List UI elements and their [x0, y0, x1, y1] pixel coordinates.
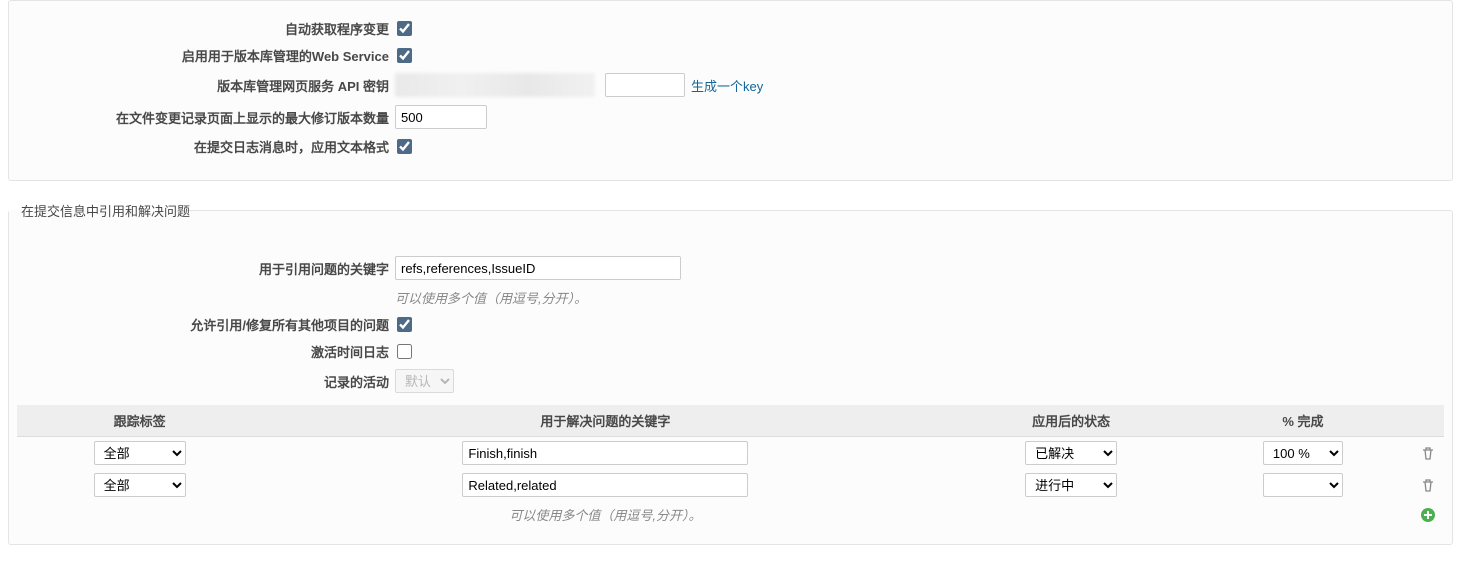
maxrev-label: 在文件变更记录页面上显示的最大修订版本数量 — [9, 108, 395, 127]
timelog-checkbox[interactable] — [397, 344, 412, 359]
activity-select: 默认 — [395, 369, 454, 393]
fix-keywords-table: 跟踪标签 用于解决问题的关键字 应用后的状态 % 完成 全部 — [17, 405, 1444, 528]
tracker-select[interactable]: 全部 — [94, 441, 186, 465]
table-row: 全部 进行中 — [17, 469, 1444, 501]
generate-key-link[interactable]: 生成一个key — [691, 76, 763, 95]
autofetch-checkbox[interactable] — [397, 21, 412, 36]
th-status: 应用后的状态 — [948, 405, 1193, 437]
status-select[interactable]: 进行中 — [1025, 473, 1117, 497]
done-select[interactable] — [1263, 473, 1343, 497]
maxrev-input[interactable] — [395, 105, 487, 129]
autofetch-label: 自动获取程序变更 — [9, 19, 395, 38]
th-actions — [1412, 405, 1444, 437]
fixkw-hint: 可以使用多个值（用逗号,分开）。 — [262, 501, 948, 528]
table-row: 全部 已解决 100 % — [17, 437, 1444, 470]
activity-label: 记录的活动 — [9, 372, 395, 391]
textfmt-label: 在提交日志消息时，应用文本格式 — [9, 137, 395, 156]
th-done: % 完成 — [1194, 405, 1412, 437]
webservice-label: 启用用于版本库管理的Web Service — [9, 46, 395, 65]
timelog-label: 激活时间日志 — [9, 342, 395, 361]
add-icon[interactable] — [1420, 507, 1436, 523]
apikey-masked — [395, 73, 595, 97]
fixkw-input[interactable] — [462, 441, 748, 465]
trash-icon[interactable] — [1420, 445, 1436, 461]
allowcross-label: 允许引用/修复所有其他项目的问题 — [9, 315, 395, 334]
repository-settings-box: 自动获取程序变更 启用用于版本库管理的Web Service 版本库管理网页服务… — [8, 0, 1453, 181]
th-fixkw: 用于解决问题的关键字 — [262, 405, 948, 437]
textfmt-checkbox[interactable] — [397, 139, 412, 154]
trash-icon[interactable] — [1420, 477, 1436, 493]
refkw-label: 用于引用问题的关键字 — [9, 259, 395, 278]
refkw-input[interactable] — [395, 256, 681, 280]
done-select[interactable]: 100 % — [1263, 441, 1343, 465]
commit-ref-legend: 在提交信息中引用和解决问题 — [17, 201, 194, 220]
allowcross-checkbox[interactable] — [397, 317, 412, 332]
commit-ref-fieldset: 在提交信息中引用和解决问题 用于引用问题的关键字 可以使用多个值（用逗号,分开）… — [8, 201, 1453, 545]
th-tracker: 跟踪标签 — [17, 405, 262, 437]
tracker-select[interactable]: 全部 — [94, 473, 186, 497]
fixkw-input[interactable] — [462, 473, 748, 497]
status-select[interactable]: 已解决 — [1025, 441, 1117, 465]
webservice-checkbox[interactable] — [397, 48, 412, 63]
table-row-footer: 可以使用多个值（用逗号,分开）。 — [17, 501, 1444, 528]
refkw-hint: 可以使用多个值（用逗号,分开）。 — [395, 288, 1452, 307]
apikey-input[interactable] — [605, 73, 685, 97]
apikey-label: 版本库管理网页服务 API 密钥 — [9, 76, 395, 95]
